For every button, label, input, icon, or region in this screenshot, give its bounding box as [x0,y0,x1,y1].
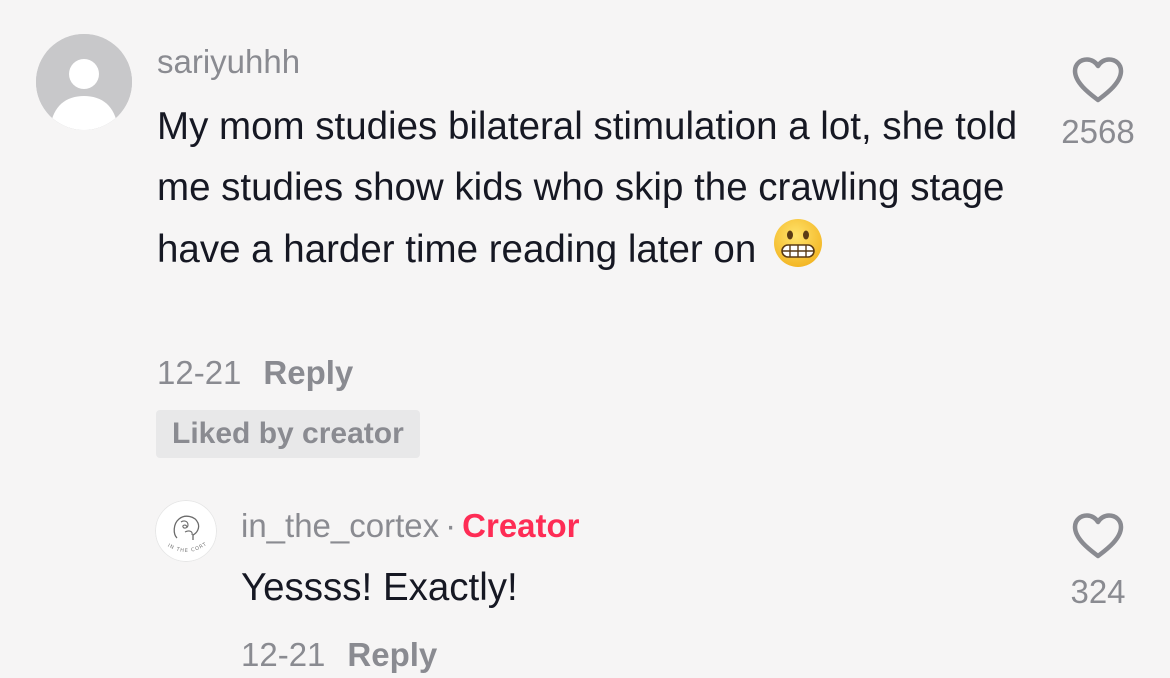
reply-username[interactable]: in_the_cortex [241,507,439,544]
user-avatar[interactable] [36,34,132,130]
separator-dot: · [445,507,457,544]
grimacing-face-emoji [773,218,823,286]
reply-to-reply-button[interactable]: Reply [347,636,437,673]
reply-like-count: 324 [1070,573,1126,610]
reply-body: Yessss! Exactly! [241,566,518,609]
comments-panel: sariyuhhh My mom studies bilateral stimu… [0,0,1170,678]
liked-by-creator-badge: Liked by creator [156,410,420,458]
comment-body: My mom studies bilateral stimulation a l… [157,96,1037,286]
reply-date: 12-21 [241,636,326,673]
comment-username[interactable]: sariyuhhh [157,40,300,84]
default-user-avatar-icon [36,34,132,130]
like-column: 2568 [1050,56,1146,152]
comment-text: My mom studies bilateral stimulation a l… [157,105,1018,271]
creator-badge: Creator [462,507,580,544]
heart-outline-icon[interactable] [1071,56,1125,104]
reply-header: in_the_cortex · Creator [241,504,580,548]
comment-date: 12-21 [157,354,242,391]
reply-like-column: 324 [1050,512,1146,612]
reply-button[interactable]: Reply [263,354,353,391]
reply-meta: 12-21 Reply [241,632,437,678]
creator-avatar[interactable]: IN THE CORTEX [155,500,217,562]
comment-meta: 12-21 Reply [157,350,353,396]
in-the-cortex-logo: IN THE CORTEX [155,500,217,562]
heart-outline-icon[interactable] [1071,512,1125,560]
like-count: 2568 [1061,113,1135,150]
